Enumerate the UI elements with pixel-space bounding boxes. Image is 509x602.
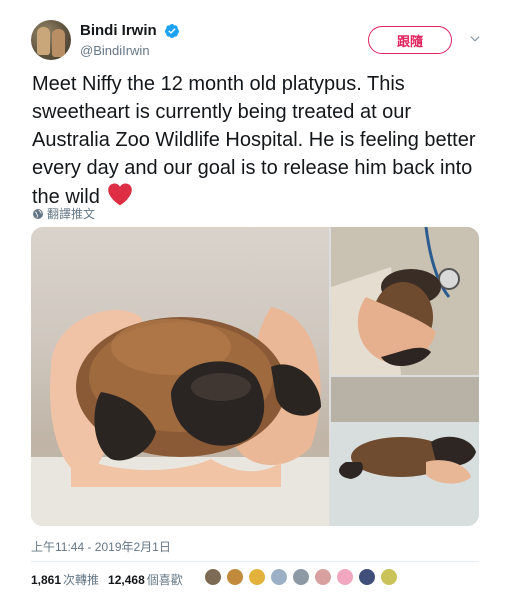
chevron-down-icon[interactable] bbox=[468, 32, 482, 46]
liker-avatar[interactable] bbox=[204, 568, 222, 586]
author-name-block[interactable]: Bindi Irwin @BindiIrwin bbox=[80, 22, 180, 58]
globe-icon bbox=[33, 208, 43, 219]
tweet-text: Meet Niffy the 12 month old platypus. Th… bbox=[32, 70, 482, 211]
tweet-header: Bindi Irwin @BindiIrwin 跟隨 bbox=[28, 14, 488, 66]
stethoscope-photo-illustration bbox=[331, 227, 479, 375]
follow-button[interactable]: 跟隨 bbox=[368, 26, 452, 54]
liker-avatar[interactable] bbox=[314, 568, 332, 586]
avatar-figure-1 bbox=[37, 27, 50, 55]
translate-label[interactable]: 翻譯推文 bbox=[47, 205, 95, 222]
retweet-stat[interactable]: 1,861 次轉推 bbox=[31, 571, 99, 588]
like-stat[interactable]: 12,468 個喜歡 bbox=[108, 571, 183, 588]
tweet-timestamp[interactable]: 上午11:44 - 2019年2月1日 bbox=[31, 538, 171, 555]
table-photo-illustration bbox=[331, 377, 479, 526]
liker-avatar-list bbox=[204, 568, 398, 586]
red-heart-emoji-icon bbox=[108, 183, 133, 206]
author-handle[interactable]: @BindiIrwin bbox=[80, 43, 180, 58]
photo-platypus-held-in-hands[interactable] bbox=[31, 227, 329, 526]
liker-avatar[interactable] bbox=[292, 568, 310, 586]
verified-badge-icon bbox=[165, 23, 180, 38]
tweet-body: Meet Niffy the 12 month old platypus. Th… bbox=[32, 73, 476, 208]
liker-avatar[interactable] bbox=[336, 568, 354, 586]
divider bbox=[31, 561, 479, 562]
retweet-label: 次轉推 bbox=[63, 573, 100, 587]
translate-tweet-link[interactable]: 翻譯推文 bbox=[32, 205, 95, 222]
like-label: 個喜歡 bbox=[146, 573, 183, 587]
liker-avatar[interactable] bbox=[380, 568, 398, 586]
author-display-name[interactable]: Bindi Irwin bbox=[80, 22, 157, 39]
author-avatar[interactable] bbox=[31, 20, 71, 60]
liker-avatar[interactable] bbox=[248, 568, 266, 586]
liker-avatar[interactable] bbox=[358, 568, 376, 586]
tweet-stats: 1,861 次轉推 12,468 個喜歡 bbox=[31, 571, 183, 588]
liker-avatar[interactable] bbox=[270, 568, 288, 586]
retweet-count: 1,861 bbox=[31, 573, 62, 587]
photo-platypus-on-table[interactable] bbox=[331, 377, 479, 526]
avatar-figure-2 bbox=[52, 29, 65, 57]
like-count: 12,468 bbox=[108, 573, 145, 587]
tweet-media-grid[interactable] bbox=[31, 227, 479, 526]
liker-avatar[interactable] bbox=[226, 568, 244, 586]
photo-platypus-with-stethoscope[interactable] bbox=[331, 227, 479, 375]
platypus-photo-illustration bbox=[31, 307, 329, 526]
